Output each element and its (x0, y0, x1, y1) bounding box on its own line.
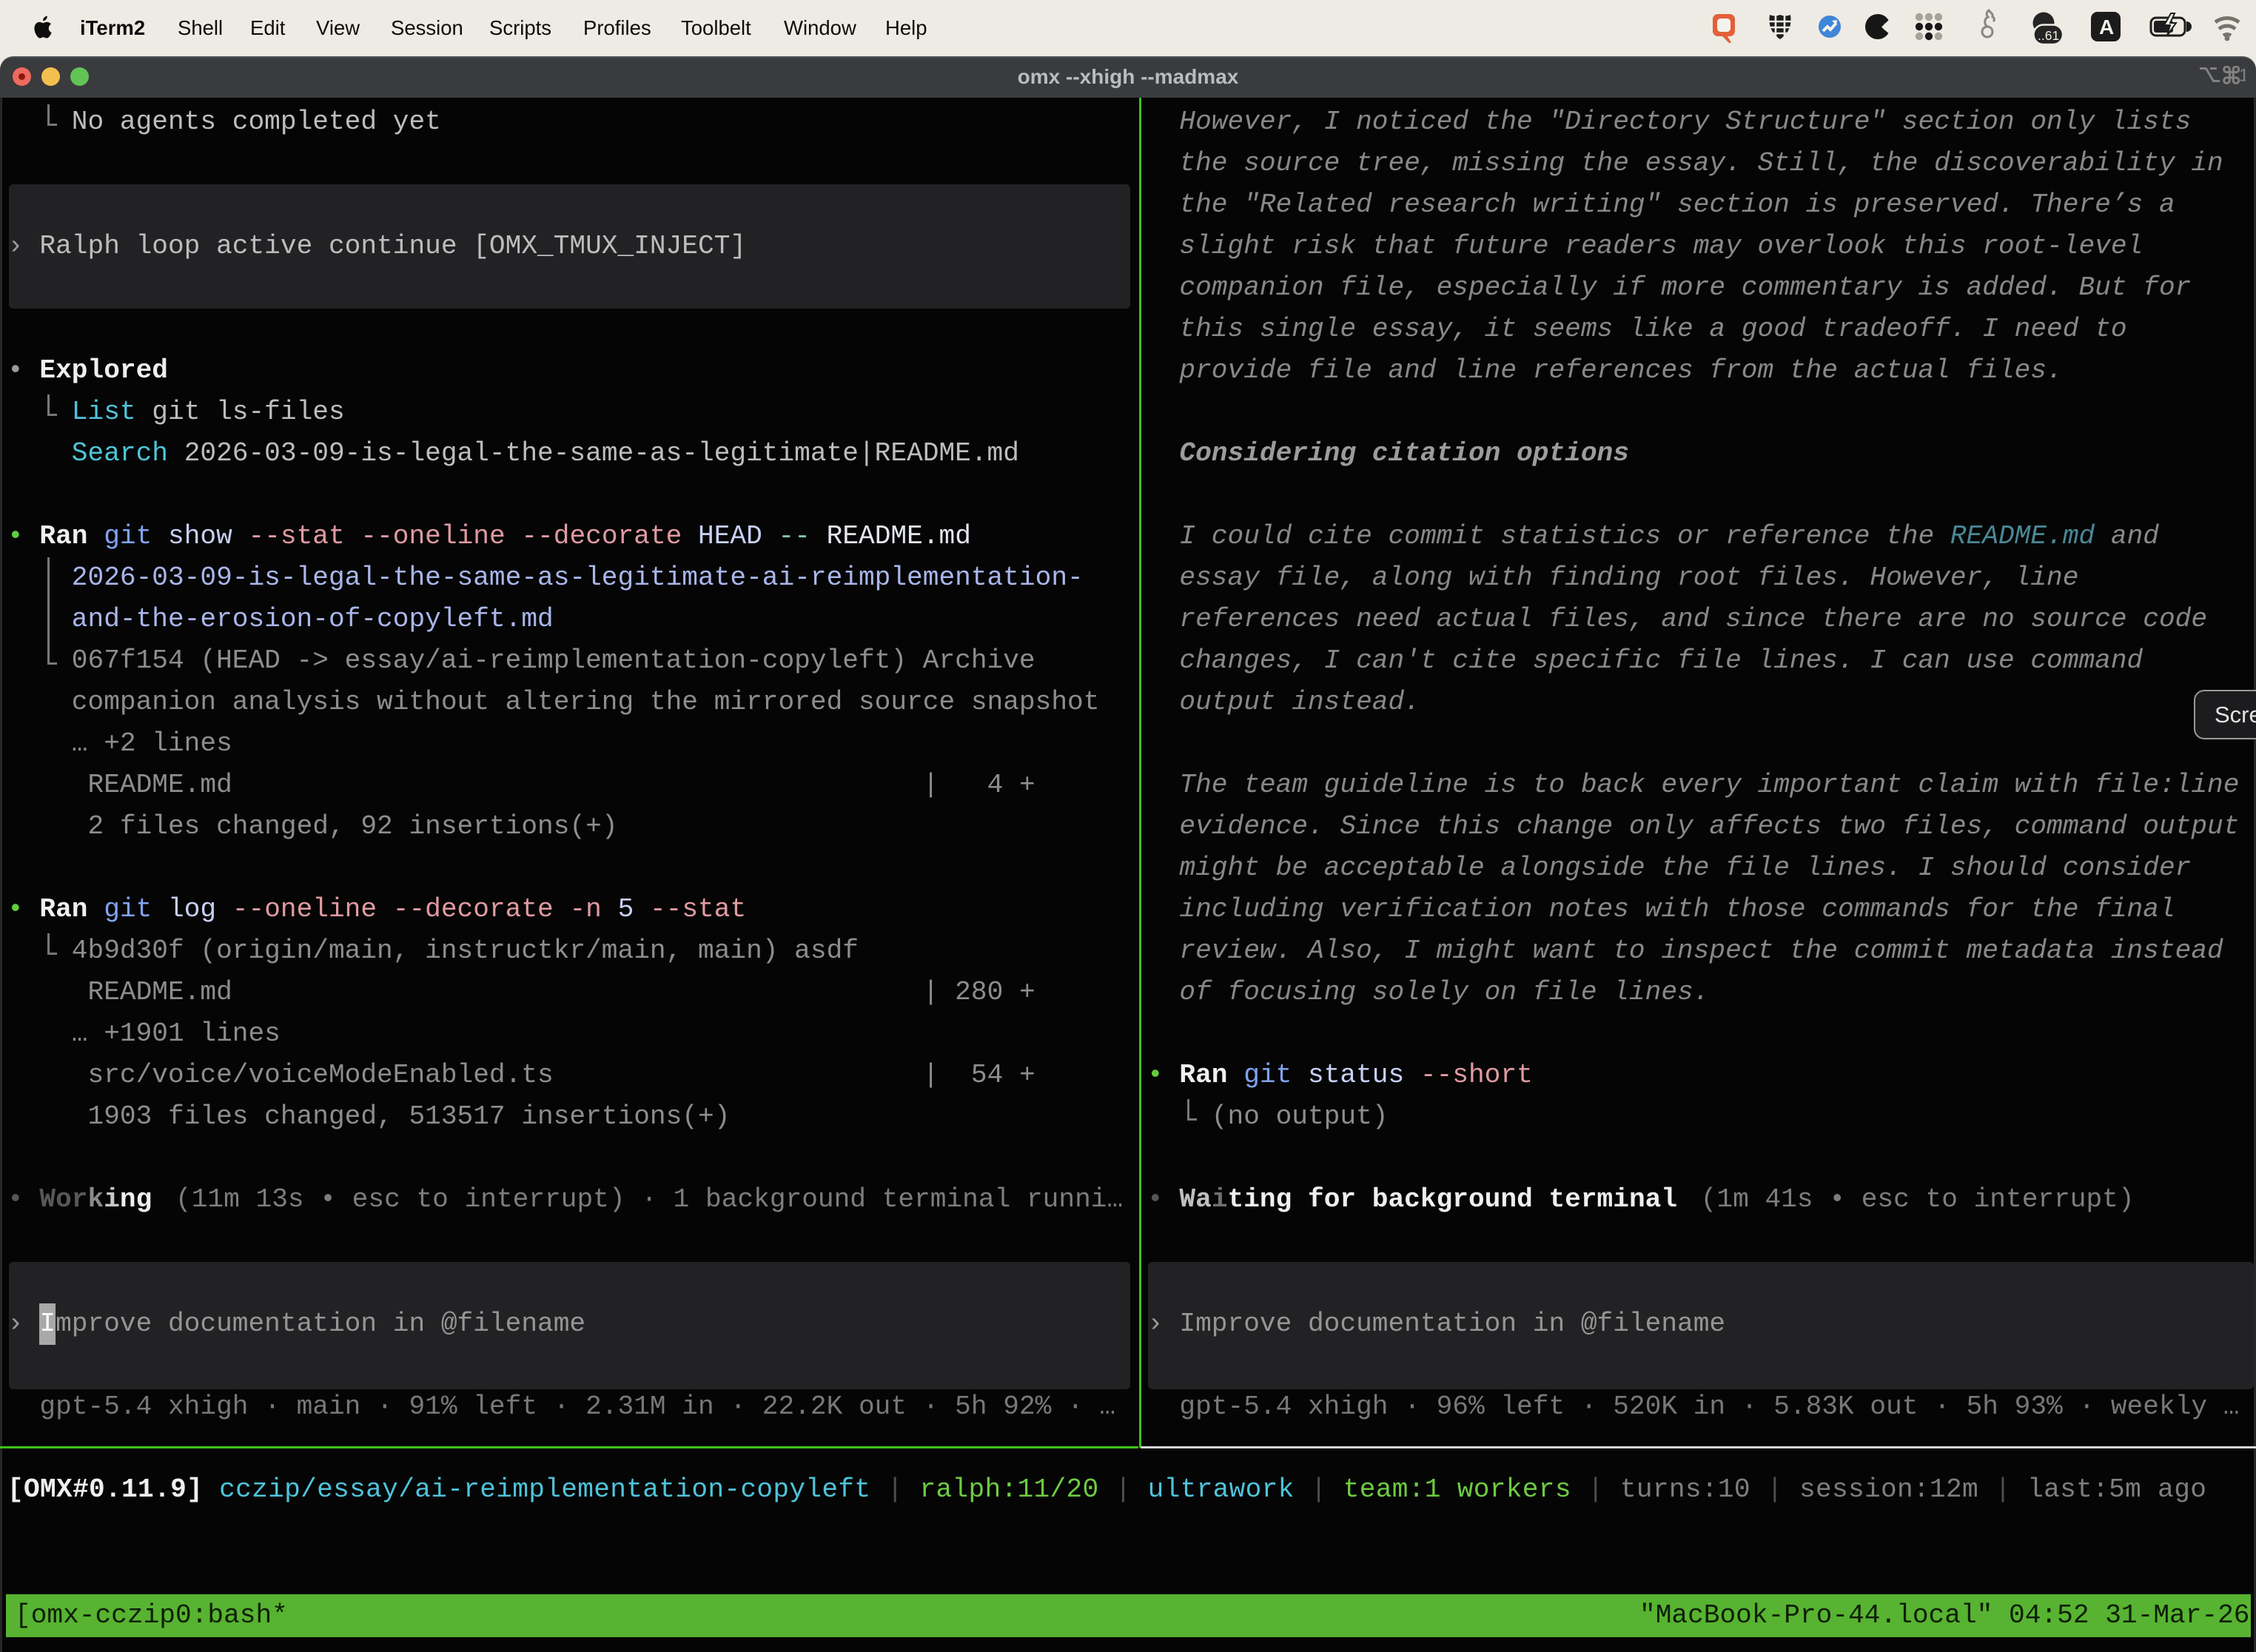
svg-text:A: A (2099, 16, 2114, 38)
svg-text:..61: ..61 (2038, 28, 2059, 43)
svg-text:1: 1 (2239, 66, 2246, 84)
